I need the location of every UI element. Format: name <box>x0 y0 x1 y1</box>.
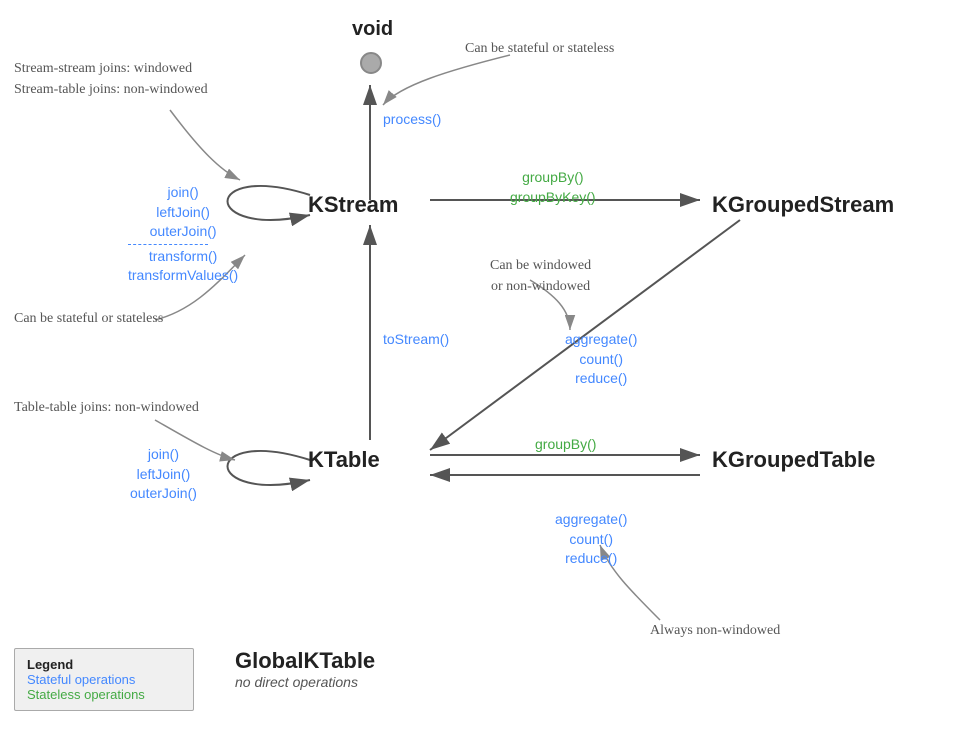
ktable-label: KTable <box>308 447 380 473</box>
join-table-op: join() leftJoin() outerJoin() <box>130 445 197 504</box>
aggregate-stream-op: aggregate() count() reduce() <box>565 330 637 389</box>
globalktable-label: GlobalKTable <box>235 648 375 674</box>
annotation-table-joins: Table-table joins: non-windowed <box>14 397 199 418</box>
legend-box: Legend Stateful operations Stateless ope… <box>14 648 194 711</box>
diagram-container: void KStream KTable KGroupedStream KGrou… <box>0 0 966 736</box>
annotation-stateful-top: Can be stateful or stateless <box>465 38 614 59</box>
void-circle <box>360 52 382 74</box>
process-op: process() <box>383 110 441 130</box>
annotation-stateful-left: Can be stateful or stateless <box>14 308 163 329</box>
legend-stateful: Stateful operations <box>27 672 181 687</box>
groupby-stream-op: groupBy() groupByKey() <box>510 168 596 207</box>
kgroupedstream-label: KGroupedStream <box>712 192 894 218</box>
annotation-stream-joins: Stream-stream joins: windowed Stream-tab… <box>14 58 208 100</box>
void-label: void <box>352 18 393 41</box>
groupby-table-op: groupBy() <box>535 435 596 455</box>
aggregate-table-op: aggregate() count() reduce() <box>555 510 627 569</box>
kstream-label: KStream <box>308 192 398 218</box>
annotation-always-nonwindowed: Always non-windowed <box>650 620 780 641</box>
kgroupedtable-label: KGroupedTable <box>712 447 875 473</box>
join-stream-op: join() leftJoin() outerJoin() transform(… <box>128 183 238 286</box>
globalktable-container: GlobalKTable no direct operations <box>235 648 375 690</box>
legend-title: Legend <box>27 657 181 672</box>
globalktable-sub: no direct operations <box>235 674 375 690</box>
tostream-op: toStream() <box>383 330 449 350</box>
arrows-svg <box>0 0 966 736</box>
legend-stateless: Stateless operations <box>27 687 181 702</box>
annotation-windowed: Can be windowed or non-windowed <box>490 255 591 297</box>
